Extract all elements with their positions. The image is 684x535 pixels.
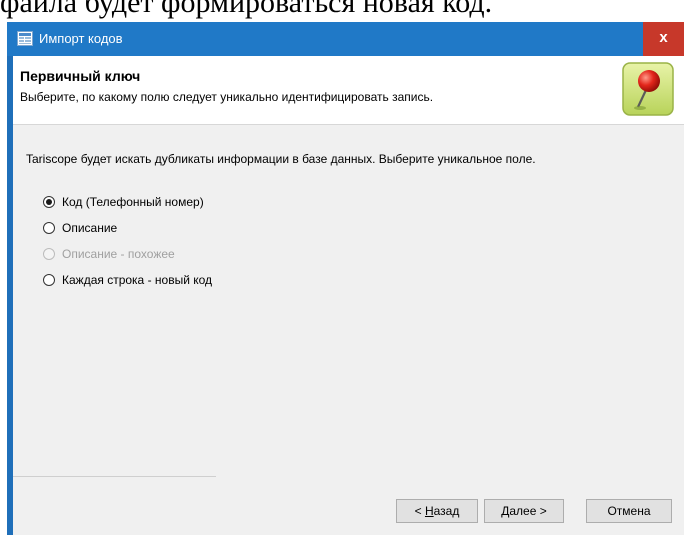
window-title: Импорт кодов bbox=[39, 31, 123, 46]
radio-indicator bbox=[43, 222, 55, 234]
title-bar[interactable]: Импорт кодов x bbox=[7, 22, 684, 56]
import-codes-dialog: Импорт кодов x Первичный ключ Выберите, … bbox=[7, 22, 684, 535]
map-pin-icon bbox=[622, 62, 674, 116]
cancel-button[interactable]: Отмена bbox=[586, 499, 672, 523]
option-label: Описание bbox=[62, 221, 118, 235]
dialog-client-area: Первичный ключ Выберите, по какому полю … bbox=[13, 56, 684, 535]
wizard-header: Первичный ключ Выберите, по какому полю … bbox=[13, 56, 684, 125]
close-button[interactable]: x bbox=[643, 22, 684, 56]
document-background-text: файла будет формироваться новая код. bbox=[0, 0, 493, 19]
option-label: Каждая строка - новый код bbox=[62, 273, 213, 287]
option-code-radio[interactable]: Код (Телефонный номер) bbox=[43, 193, 204, 211]
option-each-row-radio[interactable]: Каждая строка - новый код bbox=[43, 271, 212, 289]
page-description: Выберите, по какому полю следует уникаль… bbox=[20, 90, 434, 104]
app-icon bbox=[17, 31, 33, 46]
option-label: Описание - похожее bbox=[62, 247, 175, 261]
radio-indicator bbox=[43, 274, 55, 286]
footer-divider bbox=[13, 476, 216, 477]
radio-selected-indicator bbox=[43, 196, 55, 208]
next-button[interactable]: Далее > bbox=[484, 499, 564, 523]
radio-indicator bbox=[43, 248, 55, 260]
back-button-rest: азад bbox=[433, 504, 460, 518]
instruction-text: Tariscope будет искать дубликаты информа… bbox=[26, 152, 536, 166]
option-label: Код (Телефонный номер) bbox=[62, 195, 204, 209]
back-button-mnemonic: Н bbox=[424, 504, 434, 518]
page-title: Первичный ключ bbox=[20, 68, 141, 84]
back-button[interactable]: < Назад bbox=[396, 499, 478, 523]
option-similar-description-radio: Описание - похожее bbox=[43, 245, 175, 263]
back-button-prefix: < bbox=[414, 504, 425, 518]
option-description-radio[interactable]: Описание bbox=[43, 219, 117, 237]
next-button-rest: алее > bbox=[509, 504, 547, 518]
